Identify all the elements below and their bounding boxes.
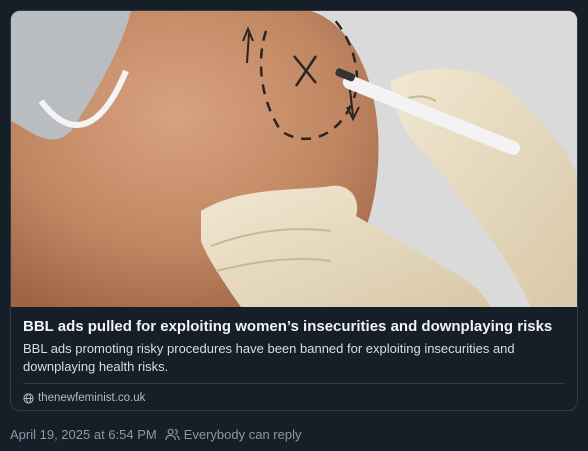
link-description: BBL ads promoting risky procedures have … [23, 341, 515, 374]
post-timestamp[interactable]: April 19, 2025 at 6:54 PM [10, 427, 157, 442]
domain-text: thenewfeminist.co.uk [38, 392, 146, 404]
reply-setting[interactable]: Everybody can reply [165, 427, 302, 442]
reply-setting-label: Everybody can reply [183, 427, 302, 442]
link-preview-image[interactable] [11, 11, 577, 307]
post-footer: April 19, 2025 at 6:54 PM Everybody can … [10, 427, 301, 442]
link-title[interactable]: BBL ads pulled for exploiting women’s in… [23, 317, 565, 337]
link-domain[interactable]: thenewfeminist.co.uk [23, 384, 565, 410]
link-preview-card[interactable]: BBL ads pulled for exploiting women’s in… [10, 10, 578, 411]
globe-icon [23, 392, 34, 404]
people-icon [165, 428, 180, 441]
